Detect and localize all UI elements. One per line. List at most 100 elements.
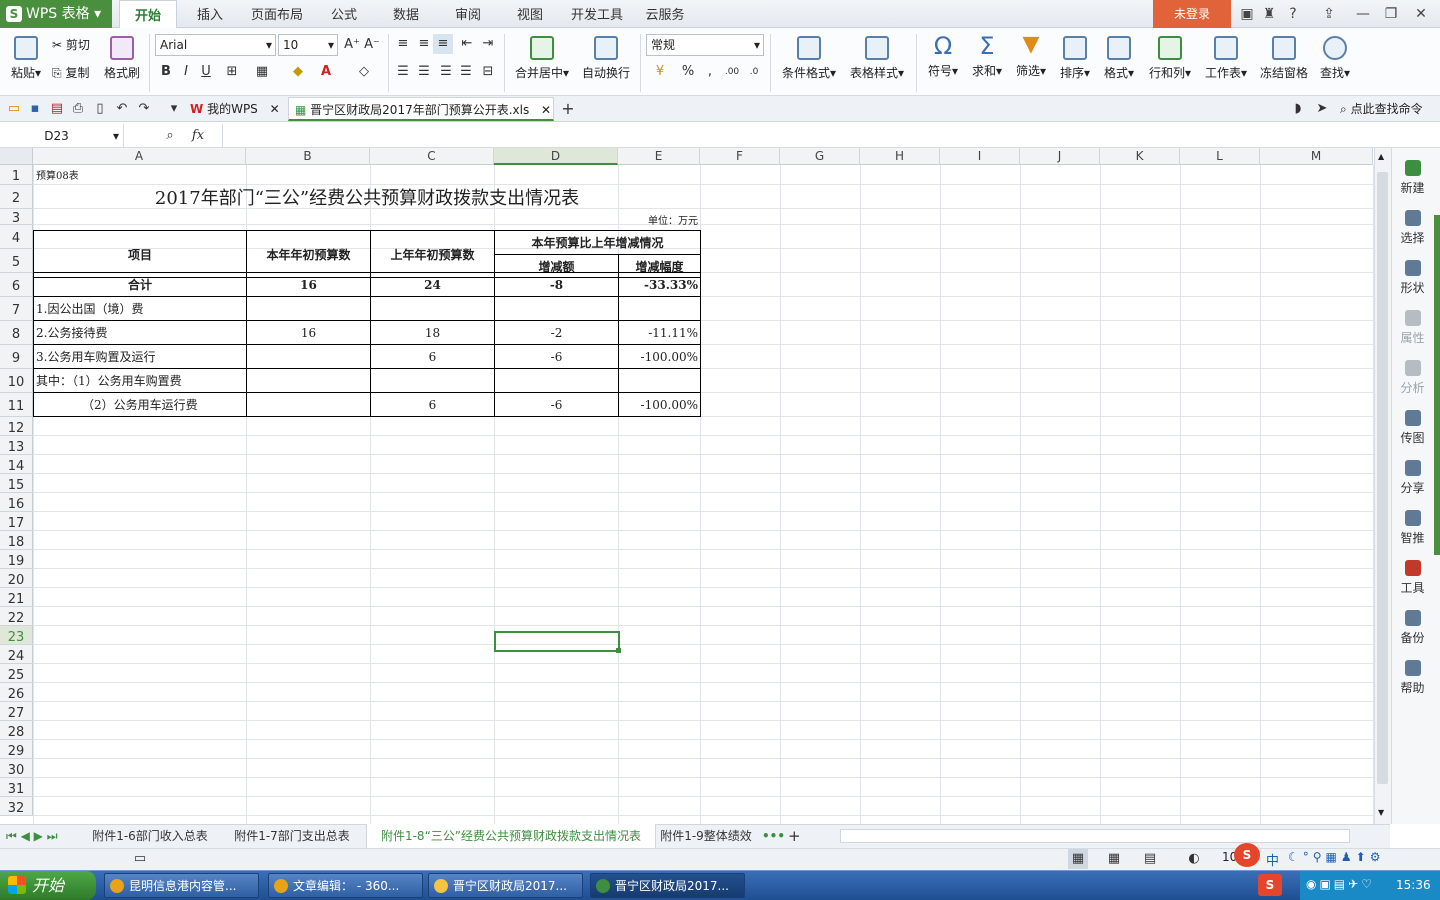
row-header-27[interactable]: 27 xyxy=(0,702,33,721)
sogou-ime-icon[interactable]: S xyxy=(1258,874,1282,896)
increase-decimal-icon[interactable]: .00 xyxy=(722,62,742,82)
row-header-19[interactable]: 19 xyxy=(0,550,33,569)
send-icon[interactable]: ➤ xyxy=(1312,99,1332,119)
row-header-29[interactable]: 29 xyxy=(0,740,33,759)
right-pane-item-10[interactable]: 帮助 xyxy=(1392,660,1433,696)
new-tab-icon[interactable]: + xyxy=(558,99,578,119)
row-header-26[interactable]: 26 xyxy=(0,683,33,702)
right-pane-item-3[interactable]: 属性 xyxy=(1392,310,1433,346)
row-header-4[interactable]: 4 xyxy=(0,225,33,249)
name-box[interactable]: D23 ▾ xyxy=(0,124,124,148)
row-header-28[interactable]: 28 xyxy=(0,721,33,740)
tab-review[interactable]: 审阅 xyxy=(446,0,490,28)
column-header-H[interactable]: H xyxy=(860,148,940,165)
right-pane-item-5[interactable]: 传图 xyxy=(1392,410,1433,446)
bold-icon[interactable]: B xyxy=(156,62,176,82)
macro-icon[interactable]: ▭ xyxy=(130,849,150,869)
increase-font-icon[interactable]: A⁺ xyxy=(342,35,362,55)
undo-icon[interactable]: ↶ xyxy=(112,99,132,119)
column-header-E[interactable]: E xyxy=(618,148,700,165)
tab-document[interactable]: ▦ 晋宁区财政局2017年部门预算公开表.xls ✕ xyxy=(288,97,554,121)
row-header-30[interactable]: 30 xyxy=(0,759,33,778)
clear-format-icon[interactable]: ◇ xyxy=(354,62,374,82)
tab-insert[interactable]: 插入 xyxy=(186,0,234,28)
skin-icon[interactable]: ▣ xyxy=(1236,4,1258,24)
tab-formula[interactable]: 公式 xyxy=(322,0,366,28)
worksheet-button[interactable]: 工作表▾ xyxy=(1200,36,1252,81)
cell-item[interactable]: 合计 xyxy=(33,272,247,297)
tray-icons[interactable]: ◉▣▤✈♡ xyxy=(1306,877,1375,891)
format-button[interactable]: 格式▾ xyxy=(1098,36,1140,81)
font-size-select[interactable]: 10 ▾ xyxy=(278,34,338,56)
cell-item[interactable]: 2.公务接待费 xyxy=(33,320,247,345)
selected-cell[interactable] xyxy=(494,631,620,652)
column-header-L[interactable]: L xyxy=(1180,148,1260,165)
cell-b[interactable] xyxy=(246,368,371,393)
normal-view-icon[interactable]: ▦ xyxy=(1068,849,1088,869)
right-pane-item-2[interactable]: 形状 xyxy=(1392,260,1433,296)
cell-d[interactable] xyxy=(494,296,619,321)
sogou-float-icon[interactable]: S xyxy=(1234,843,1260,867)
cell-item[interactable]: 1.因公出国（境）费 xyxy=(33,296,247,321)
print-icon[interactable]: ⎙ xyxy=(68,99,88,119)
upload-icon[interactable]: ⇪ xyxy=(1318,4,1340,24)
row-header-5[interactable]: 5 xyxy=(0,249,33,273)
row-header-31[interactable]: 31 xyxy=(0,778,33,797)
italic-icon[interactable]: I xyxy=(176,62,196,82)
column-header-F[interactable]: F xyxy=(700,148,780,165)
cell-d[interactable]: -6 xyxy=(494,344,619,369)
column-header-B[interactable]: B xyxy=(246,148,370,165)
symbol-button[interactable]: Ω 符号▾ xyxy=(922,32,964,79)
row-header-10[interactable]: 10 xyxy=(0,369,33,393)
thousands-icon[interactable]: , xyxy=(700,62,720,82)
row-col-button[interactable]: 行和列▾ xyxy=(1144,36,1196,81)
percent-icon[interactable]: % xyxy=(678,62,698,82)
minimize-button[interactable]: — xyxy=(1352,4,1374,24)
wps-app-menu-button[interactable]: S WPS 表格 ▾ xyxy=(0,0,112,28)
cell-d[interactable]: -8 xyxy=(494,272,619,297)
command-search[interactable]: ⌕ 点此查找命令 xyxy=(1340,97,1436,121)
row-header-21[interactable]: 21 xyxy=(0,588,33,607)
column-header-A[interactable]: A xyxy=(33,148,246,165)
print-preview-icon[interactable]: ▯ xyxy=(90,99,110,119)
page-layout-view-icon[interactable]: ▤ xyxy=(1140,849,1160,869)
cell-c[interactable] xyxy=(370,368,495,393)
column-header-M[interactable]: M xyxy=(1260,148,1373,165)
cell-b[interactable]: 16 xyxy=(246,320,371,345)
more-sheets-icon[interactable]: ••• xyxy=(762,824,785,848)
row-header-7[interactable]: 7 xyxy=(0,297,33,321)
cell-item[interactable]: 其中：（1）公务用车购置费 xyxy=(33,368,247,393)
align-left-icon[interactable]: ☰ xyxy=(393,62,413,82)
cell-e[interactable]: -33.33% xyxy=(618,272,701,297)
align-right-icon[interactable]: ☰ xyxy=(436,62,456,82)
find-button[interactable]: 查找▾ xyxy=(1314,36,1356,81)
cell-c[interactable]: 24 xyxy=(370,272,495,297)
column-header-K[interactable]: K xyxy=(1100,148,1180,165)
currency-icon[interactable]: ¥ xyxy=(650,62,670,82)
sheet-tab-3[interactable]: 附件1-9整体绩效 xyxy=(656,824,756,848)
tab-my-wps[interactable]: W 我的WPS ✕ xyxy=(190,97,286,121)
tab-developer[interactable]: 开发工具 xyxy=(568,0,626,28)
shirt-icon[interactable]: ♜ xyxy=(1258,4,1280,24)
right-pane-item-9[interactable]: 备份 xyxy=(1392,610,1433,646)
right-pane-item-6[interactable]: 分享 xyxy=(1392,460,1433,496)
row-header-11[interactable]: 11 xyxy=(0,393,33,417)
merge-center-button[interactable]: 合并居中▾ xyxy=(510,36,574,81)
fx-icon[interactable]: fx xyxy=(186,126,210,146)
redo-icon[interactable]: ↷ xyxy=(134,99,154,119)
close-tab-icon[interactable]: ✕ xyxy=(541,103,551,117)
border-icon[interactable]: ⊞ xyxy=(222,62,242,82)
decrease-indent-icon[interactable]: ⇤ xyxy=(457,34,477,54)
cell-c[interactable] xyxy=(370,296,495,321)
close-button[interactable]: ✕ xyxy=(1410,4,1432,24)
cell-item[interactable]: 3.公务用车购置及运行 xyxy=(33,344,247,369)
column-header-G[interactable]: G xyxy=(780,148,860,165)
cell-e[interactable]: -100.00% xyxy=(618,344,701,369)
filter-button[interactable]: ▼ 筛选▾ xyxy=(1010,32,1052,79)
row-header-1[interactable]: 1 xyxy=(0,165,33,185)
cell-b[interactable] xyxy=(246,344,371,369)
row-header-20[interactable]: 20 xyxy=(0,569,33,588)
scroll-up-icon[interactable]: ▲ xyxy=(1378,152,1384,161)
tab-page-layout[interactable]: 页面布局 xyxy=(244,0,310,28)
underline-icon[interactable]: U xyxy=(196,62,216,82)
